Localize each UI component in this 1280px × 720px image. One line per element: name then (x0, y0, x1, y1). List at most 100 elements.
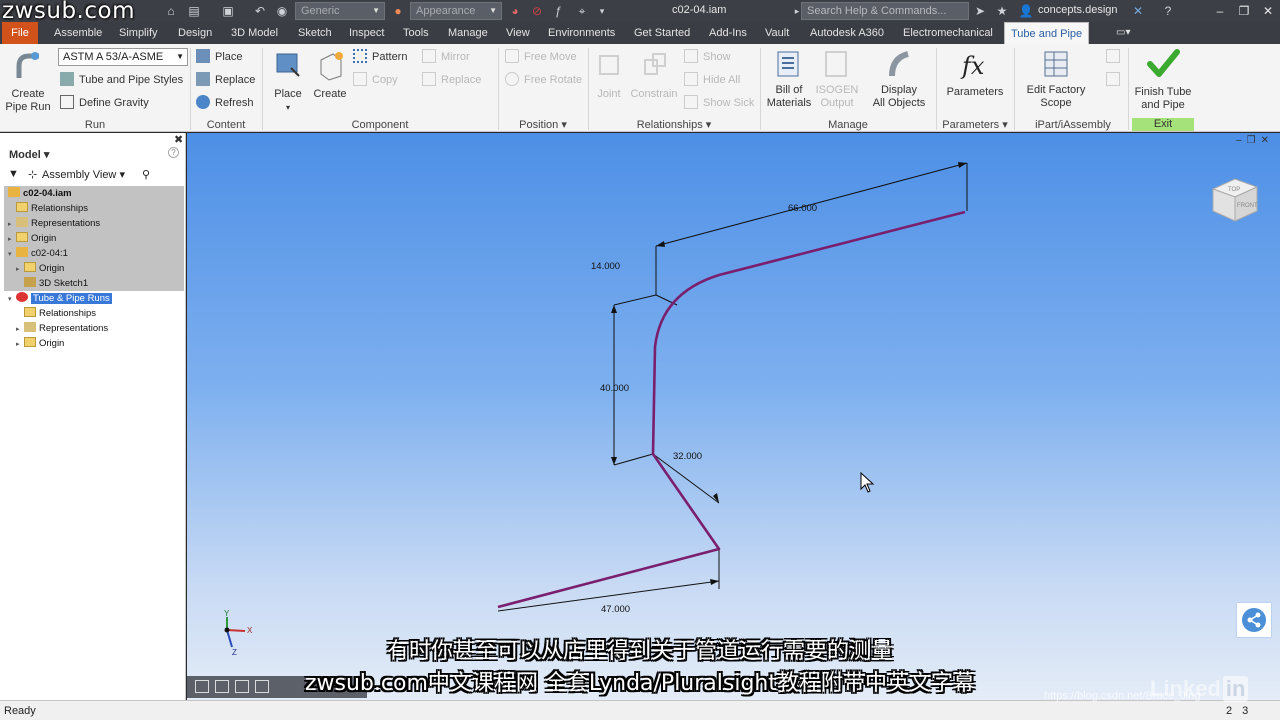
find-icon[interactable]: ⚲ (142, 168, 150, 181)
parameters-button[interactable]: fx Parameters (944, 48, 1006, 99)
edit-factory-scope-button[interactable]: Edit Factory Scope (1022, 48, 1090, 110)
pattern-button[interactable]: Pattern (353, 48, 407, 66)
joint-button[interactable]: Joint (592, 48, 626, 101)
tree-node-representations[interactable]: ▸ Representations (8, 216, 100, 231)
show-sick-button[interactable]: Show Sick (684, 94, 754, 112)
expand-icon[interactable]: ▸ (16, 262, 24, 277)
color-override-icon[interactable]: ◕ (507, 3, 523, 19)
place-dropdown-icon[interactable]: ▾ (270, 101, 306, 114)
tree-node-assembly[interactable]: c02-04.iam (8, 186, 72, 201)
appearance-combo[interactable]: Appearance ▼ (410, 2, 502, 20)
minimize-button[interactable]: – (1210, 3, 1230, 19)
tree-node-relationships[interactable]: Relationships (16, 201, 88, 216)
update-icon[interactable]: ◉ (274, 3, 290, 19)
browser-title[interactable]: Model ▾ (9, 148, 49, 161)
dim-label-47[interactable]: 47.000 (601, 604, 630, 615)
expand-icon[interactable]: ▸ (8, 232, 16, 247)
isogen-output-button[interactable]: ISOGEN Output (814, 48, 860, 110)
define-gravity-button[interactable]: Define Gravity (60, 94, 149, 112)
tab-tube-and-pipe[interactable]: Tube and Pipe (1004, 22, 1090, 44)
collapse-icon[interactable]: ▾ (8, 247, 16, 262)
tab-electromechanical[interactable]: Electromechanical (897, 22, 999, 44)
tree-node-runs-relationships[interactable]: Relationships (24, 306, 96, 321)
tree-node-subassembly[interactable]: ▾ c02-04:1 (8, 246, 68, 261)
filter-icon[interactable]: ▼ (8, 168, 19, 180)
expand-icon[interactable]: ▸ (8, 217, 16, 232)
tab-tools[interactable]: Tools (397, 22, 435, 44)
content-refresh-button[interactable]: Refresh (196, 94, 254, 112)
constrain-button[interactable]: Constrain (628, 48, 680, 101)
tab-3d-model[interactable]: 3D Model (225, 22, 284, 44)
customize-icon[interactable]: ▾ (594, 3, 610, 19)
display-all-objects-button[interactable]: Display All Objects (866, 48, 932, 110)
measure-icon[interactable]: ⌖ (574, 3, 590, 19)
browser-close-icon[interactable]: ✖ (174, 133, 183, 146)
restore-button[interactable]: ❐ (1234, 3, 1254, 19)
expand-icon[interactable]: ▸ (16, 322, 24, 337)
dim-label-32[interactable]: 32.000 (673, 451, 702, 462)
ribbon-options-icon[interactable]: ▭▾ (1110, 22, 1136, 44)
position-group-label[interactable]: Position ▾ (498, 118, 588, 132)
pipe-style-combo[interactable]: ASTM A 53/A-ASME ▼ (58, 48, 188, 66)
tab-vault[interactable]: Vault (759, 22, 795, 44)
tab-view[interactable]: View (500, 22, 536, 44)
tab-simplify[interactable]: Simplify (113, 22, 164, 44)
tab-add-ins[interactable]: Add-Ins (703, 22, 753, 44)
parameters-group-label[interactable]: Parameters ▾ (936, 118, 1014, 132)
content-replace-button[interactable]: Replace (196, 71, 255, 89)
ipart-extra-icon-2[interactable] (1106, 71, 1125, 89)
assembly-view-dropdown[interactable]: Assembly View ▾ (42, 168, 125, 181)
undo-icon[interactable]: ↶ (252, 3, 268, 19)
dim-label-66[interactable]: 66.000 (788, 203, 817, 214)
dim-label-14[interactable]: 14.000 (591, 261, 620, 272)
close-button[interactable]: ✕ (1258, 3, 1278, 19)
content-place-button[interactable]: Place (196, 48, 243, 66)
ipart-extra-icon-1[interactable] (1106, 48, 1125, 66)
open-icon[interactable]: ▤ (186, 3, 202, 19)
search-input[interactable]: Search Help & Commands... (801, 2, 969, 20)
tab-autodesk-a360[interactable]: Autodesk A360 (804, 22, 890, 44)
mirror-button[interactable]: Mirror (422, 48, 470, 66)
free-move-button[interactable]: Free Move (505, 48, 577, 66)
relationships-group-label[interactable]: Relationships ▾ (588, 118, 760, 132)
component-place-button[interactable]: Place ▾ (270, 48, 306, 114)
tab-manage[interactable]: Manage (442, 22, 494, 44)
search-options-icon[interactable]: ➤ (972, 3, 988, 19)
viewcube[interactable]: TOP FRONT (1209, 173, 1261, 225)
tab-inspect[interactable]: Inspect (343, 22, 390, 44)
bill-of-materials-button[interactable]: Bill of Materials (764, 48, 814, 110)
finish-tube-and-pipe-button[interactable]: Finish Tube and Pipe (1132, 46, 1194, 112)
copy-button[interactable]: Copy (353, 71, 398, 89)
show-button[interactable]: Show (684, 48, 731, 66)
fx-icon[interactable]: ƒ (550, 3, 566, 19)
free-rotate-button[interactable]: Free Rotate (505, 71, 582, 89)
dim-label-40[interactable]: 40.000 (600, 383, 629, 394)
tree-node-tube-pipe-runs[interactable]: ▾ Tube & Pipe Runs (8, 291, 112, 306)
tree-node-runs-origin[interactable]: ▸ Origin (16, 336, 64, 351)
tab-environments[interactable]: Environments (542, 22, 621, 44)
tree-node-sub-origin[interactable]: ▸ Origin (16, 261, 64, 276)
tree-node-3d-sketch[interactable]: 3D Sketch1 (24, 276, 88, 291)
collapse-icon[interactable]: ▾ (8, 292, 16, 307)
user-name[interactable]: concepts.design (1038, 4, 1118, 16)
tube-pipe-styles-button[interactable]: Tube and Pipe Styles (60, 71, 183, 89)
clear-icon[interactable]: ⊘ (529, 3, 545, 19)
graphics-viewport[interactable]: ‒❐✕ 66.000 14.000 40.000 32.000 47.000 Y… (187, 133, 1280, 700)
help-icon[interactable]: ? (1160, 3, 1176, 19)
tab-sketch[interactable]: Sketch (292, 22, 338, 44)
tree-node-runs-representations[interactable]: ▸ Representations (16, 321, 108, 336)
exchange-icon[interactable]: ✕ (1130, 3, 1146, 19)
material-combo[interactable]: Generic ▼ (295, 2, 385, 20)
home-icon[interactable]: ⌂ (163, 3, 179, 19)
tab-file[interactable]: File (2, 22, 38, 44)
pipe-run-path[interactable] (497, 210, 966, 609)
expand-icon[interactable]: ▸ (16, 337, 24, 352)
component-create-button[interactable]: Create (310, 48, 350, 101)
tab-assemble[interactable]: Assemble (48, 22, 108, 44)
tab-design[interactable]: Design (172, 22, 218, 44)
browser-help-icon[interactable]: ? (168, 147, 179, 158)
tree-node-origin[interactable]: ▸ Origin (8, 231, 56, 246)
component-replace-button[interactable]: Replace (422, 71, 481, 89)
tab-get-started[interactable]: Get Started (628, 22, 696, 44)
hide-all-button[interactable]: Hide All (684, 71, 740, 89)
